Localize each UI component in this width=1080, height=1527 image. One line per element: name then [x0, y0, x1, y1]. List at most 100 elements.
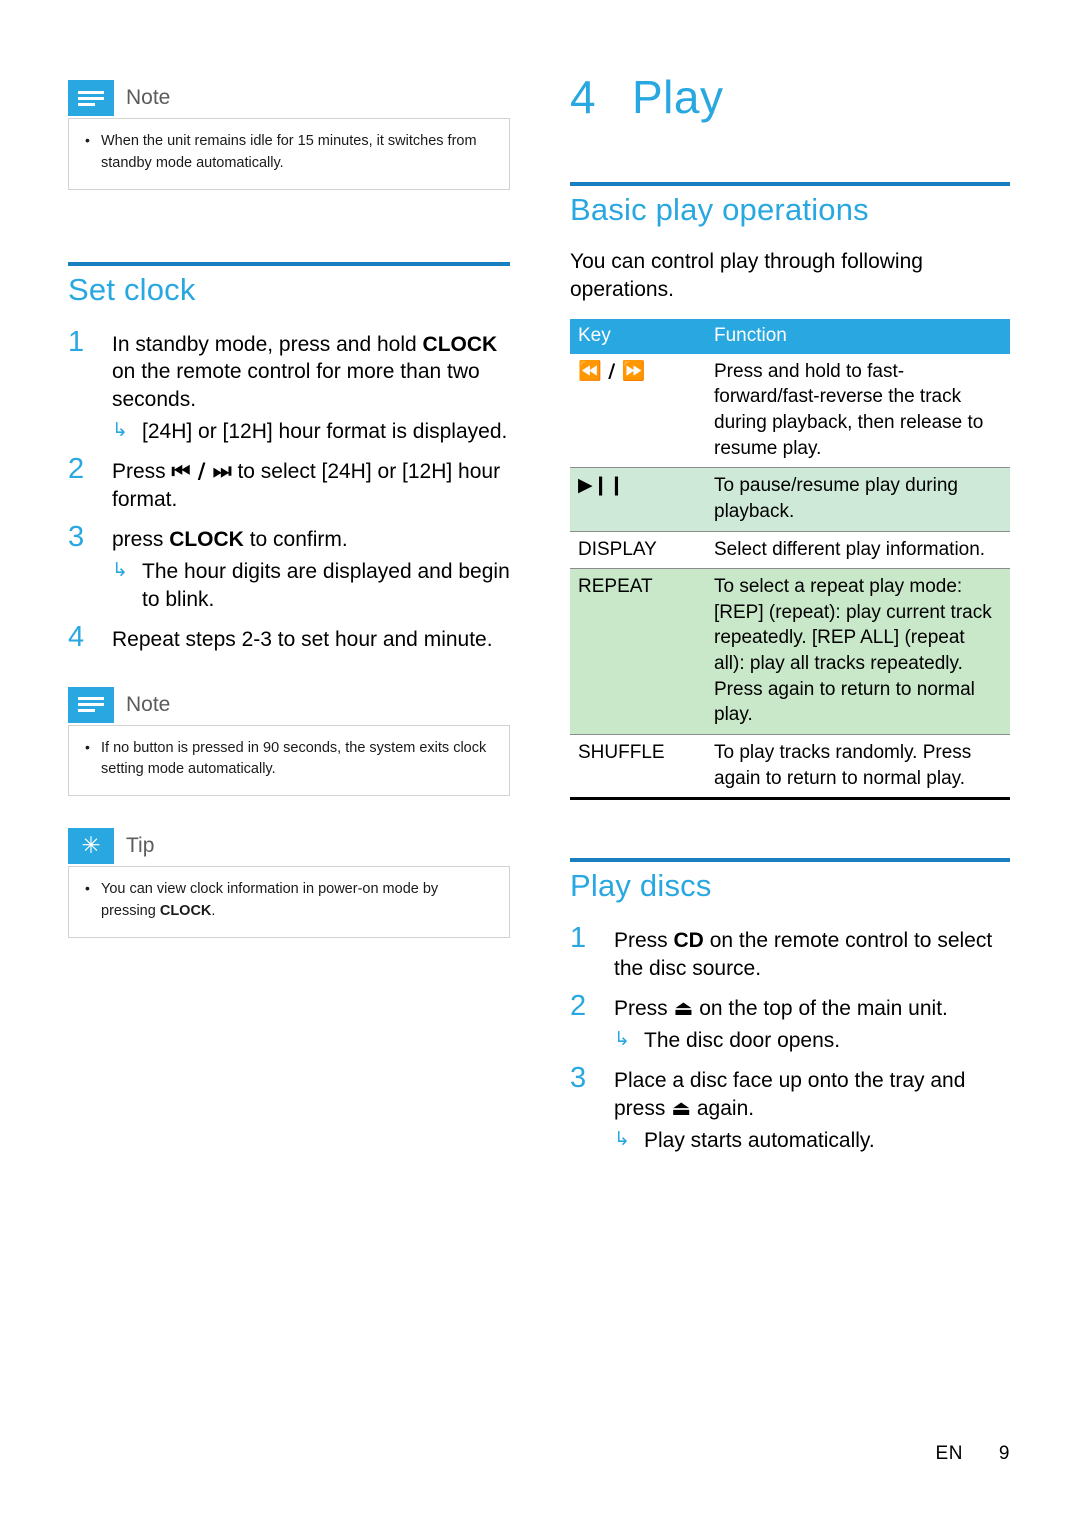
- step-number: 3: [570, 1061, 587, 1094]
- table-header-row: Key Function: [570, 318, 1010, 354]
- step-text-a: press: [112, 528, 170, 552]
- cell-function: To pause/resume play during playback.: [706, 467, 1010, 532]
- cell-function: Select different play information.: [706, 531, 1010, 570]
- arrow-icon: ↳: [112, 419, 128, 442]
- tip-title: Tip: [126, 834, 155, 858]
- step-number: 4: [68, 620, 85, 653]
- step-text-a: Press: [614, 997, 674, 1021]
- cell-key: SHUFFLE: [570, 734, 706, 801]
- step-text-a: Press: [614, 929, 674, 953]
- chapter-title: Play: [632, 71, 724, 123]
- step-2: 2 Press ⏏ on the top of the main unit. ↳…: [570, 992, 1010, 1055]
- column-header-function: Function: [706, 318, 1010, 354]
- basic-play-intro: You can control play through following o…: [570, 250, 923, 302]
- play-discs-steps: 1 Press CD on the remote control to sele…: [570, 924, 1010, 1154]
- note-icon: [68, 80, 114, 116]
- column-header-key: Key: [570, 318, 706, 354]
- step-text-a: Press: [112, 460, 172, 484]
- table-row: SHUFFLE To play tracks randomly. Press a…: [570, 734, 1010, 801]
- manual-page: Note When the unit remains idle for 15 m…: [0, 0, 1080, 1527]
- step-3: 3 Place a disc face up onto the tray and…: [570, 1064, 1010, 1155]
- step-text-bold: CLOCK: [422, 332, 498, 356]
- table-row: DISPLAY Select different play informatio…: [570, 531, 1010, 570]
- step-substep: ↳ The disc door opens.: [614, 1027, 1010, 1055]
- prev-next-icons: ⏮ / ⏭: [171, 459, 232, 484]
- step-text-a: In standby mode, press and hold: [112, 332, 423, 356]
- note-body: If no button is pressed in 90 seconds, t…: [68, 725, 510, 797]
- footer-language: EN: [935, 1443, 963, 1464]
- step-substep: ↳ The hour digits are displayed and begi…: [112, 558, 510, 614]
- step-1: 1 Press CD on the remote control to sele…: [570, 924, 1010, 983]
- tip-body: You can view clock information in power-…: [68, 867, 510, 938]
- cell-key: DISPLAY: [570, 531, 706, 570]
- tip-item: You can view clock information in power-…: [83, 878, 493, 923]
- note-header: Note: [68, 78, 510, 119]
- cell-key: ⏪ / ⏩: [570, 353, 706, 469]
- step-text: Place a disc face up onto the tray and p…: [614, 1064, 1010, 1155]
- chapter-heading: 4 Play: [570, 70, 1010, 124]
- note-item: If no button is pressed in 90 seconds, t…: [83, 737, 493, 782]
- substep-text: The disc door opens.: [644, 1029, 841, 1053]
- right-column: 4 Play Basic play operations You can con…: [570, 70, 1010, 1164]
- tip-text-before: You can view clock information in power-…: [101, 881, 439, 919]
- key-function-table: Key Function ⏪ / ⏩ Press and hold to fas…: [570, 318, 1010, 801]
- set-clock-heading: Set clock: [68, 271, 196, 307]
- step-number: 1: [68, 325, 85, 358]
- note-title: Note: [126, 692, 171, 716]
- footer-page-number: 9: [998, 1443, 1010, 1464]
- step-text: Press ⏮ / ⏭ to select [24H] or [12H] hou…: [112, 455, 510, 514]
- step-text: Press ⏏ on the top of the main unit. ↳ T…: [614, 992, 1010, 1055]
- note-item: When the unit remains idle for 15 minute…: [83, 130, 493, 175]
- cell-key: ▶❙❙: [570, 467, 706, 532]
- step-substep: ↳ [24H] or [12H] hour format is displaye…: [112, 418, 510, 446]
- step-text-b: to confirm.: [243, 528, 348, 552]
- step-number: 2: [68, 453, 85, 486]
- play-discs-rule: [570, 858, 1010, 863]
- arrow-icon: ↳: [614, 1028, 630, 1051]
- note-body: When the unit remains idle for 15 minute…: [68, 119, 510, 190]
- left-column: Note When the unit remains idle for 15 m…: [68, 78, 510, 948]
- eject-icon: ⏏: [671, 1095, 692, 1120]
- table-row: ▶❙❙ To pause/resume play during playback…: [570, 467, 1010, 532]
- table-row: ⏪ / ⏩ Press and hold to fast-forward/fas…: [570, 353, 1010, 469]
- step-number: 2: [570, 990, 587, 1023]
- step-number: 1: [570, 922, 587, 955]
- step-text: press CLOCK to confirm. ↳ The hour digit…: [112, 523, 510, 614]
- step-3: 3 press CLOCK to confirm. ↳ The hour dig…: [68, 523, 510, 614]
- page-footer: EN 9: [936, 1443, 1010, 1465]
- tip-text-bold: CLOCK: [159, 902, 212, 919]
- eject-icon: ⏏: [673, 996, 694, 1021]
- tip-star-icon: ✳: [68, 828, 114, 865]
- cell-function: Press and hold to fast-forward/fast-reve…: [706, 353, 1010, 469]
- substep-text: Play starts automatically.: [644, 1128, 875, 1152]
- note-callout-top: Note When the unit remains idle for 15 m…: [68, 78, 510, 190]
- step-text: Press CD on the remote control to select…: [614, 924, 1010, 983]
- step-2: 2 Press ⏮ / ⏭ to select [24H] or [12H] h…: [68, 455, 510, 514]
- note-icon: [68, 686, 114, 723]
- basic-play-rule: [570, 182, 1010, 186]
- play-discs-heading: Play discs: [570, 868, 712, 904]
- table-row: REPEAT To select a repeat play mode: [RE…: [570, 568, 1010, 736]
- step-text-bold: CD: [673, 929, 704, 953]
- basic-play-heading: Basic play operations: [570, 192, 869, 227]
- step-number: 3: [68, 521, 85, 554]
- note-header: Note: [68, 685, 510, 726]
- arrow-icon: ↳: [112, 558, 128, 581]
- set-clock-steps: 1 In standby mode, press and hold CLOCK …: [68, 325, 510, 654]
- step-text: Repeat steps 2-3 to set hour and minute.: [112, 627, 493, 651]
- step-substep: ↳ Play starts automatically.: [614, 1127, 1010, 1155]
- substep-text: The hour digits are displayed and begin …: [142, 559, 510, 611]
- note-title: Note: [126, 86, 171, 109]
- step-text: In standby mode, press and hold CLOCK on…: [112, 328, 510, 447]
- note-callout-bottom: Note If no button is pressed in 90 secon…: [68, 685, 510, 797]
- step-text-a: Place a disc face up onto the tray and p…: [614, 1068, 966, 1120]
- step-text-b: again.: [691, 1096, 755, 1120]
- cell-function: To select a repeat play mode: [REP] (rep…: [706, 568, 1010, 736]
- step-1: 1 In standby mode, press and hold CLOCK …: [68, 325, 510, 447]
- set-clock-rule: [68, 261, 510, 266]
- step-text-b: on the remote control for more than two …: [112, 360, 480, 412]
- step-text-b: on the top of the main unit.: [693, 997, 948, 1021]
- step-text-bold: CLOCK: [169, 528, 244, 552]
- tip-text-after: .: [211, 902, 216, 919]
- arrow-icon: ↳: [614, 1127, 630, 1150]
